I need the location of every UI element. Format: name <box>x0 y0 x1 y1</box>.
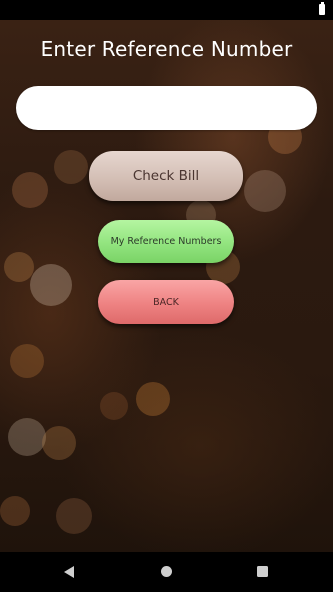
bokeh-light <box>56 498 92 534</box>
bokeh-light <box>42 426 76 460</box>
navigation-bar <box>0 552 333 592</box>
app-screen: Enter Reference Number Check Bill My Ref… <box>0 20 333 552</box>
circle-home-icon[interactable] <box>161 566 172 577</box>
back-label: BACK <box>153 296 179 308</box>
bokeh-light <box>30 264 72 306</box>
bokeh-light <box>136 382 170 416</box>
reference-number-input[interactable] <box>16 86 317 130</box>
page-title: Enter Reference Number <box>40 37 293 61</box>
bokeh-light <box>244 170 286 212</box>
my-reference-numbers-button[interactable]: My Reference Numbers <box>98 220 234 263</box>
bokeh-light <box>8 418 46 456</box>
battery-icon <box>319 2 325 15</box>
bokeh-light <box>12 172 48 208</box>
bokeh-light <box>10 344 44 378</box>
check-bill-label: Check Bill <box>132 168 200 184</box>
back-button[interactable]: BACK <box>98 280 234 324</box>
bokeh-light <box>4 252 34 282</box>
bokeh-light <box>0 496 30 526</box>
triangle-back-icon[interactable] <box>64 566 74 578</box>
check-bill-button[interactable]: Check Bill <box>89 151 243 201</box>
status-bar <box>0 0 333 20</box>
my-reference-numbers-label: My Reference Numbers <box>110 236 222 247</box>
bokeh-light <box>54 150 88 184</box>
bokeh-light <box>100 392 128 420</box>
square-recents-icon[interactable] <box>257 566 268 577</box>
